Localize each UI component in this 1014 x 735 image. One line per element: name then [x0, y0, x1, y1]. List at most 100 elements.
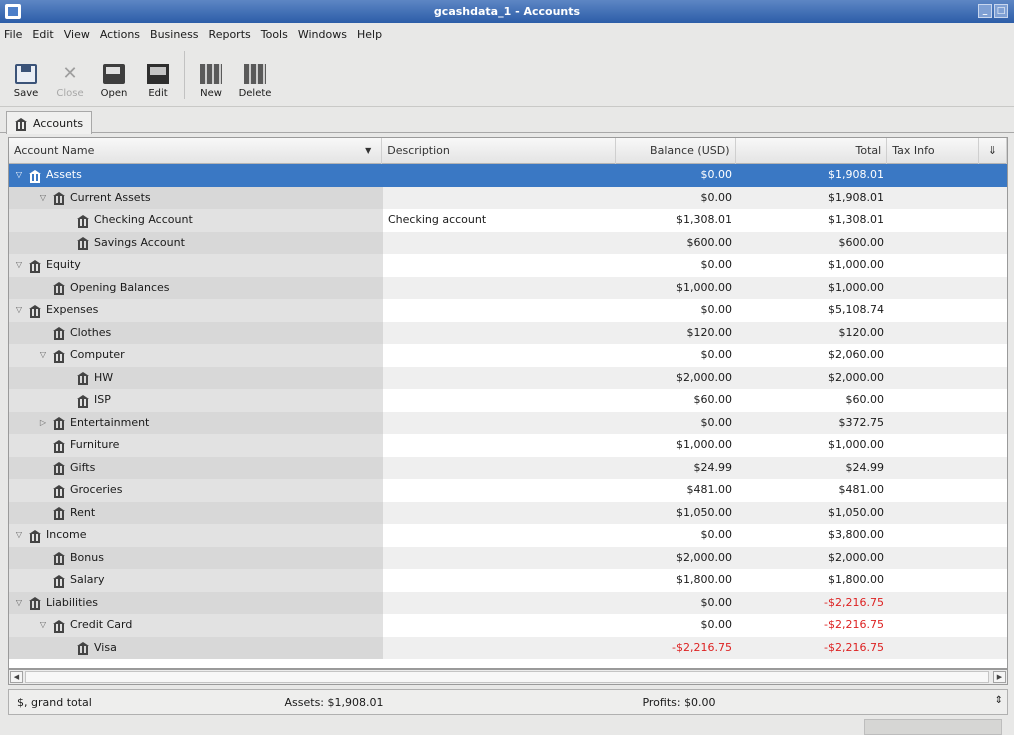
menu-actions[interactable]: Actions: [100, 28, 140, 41]
account-name-cell[interactable]: ▽ Computer: [9, 344, 383, 367]
menu-help[interactable]: Help: [357, 28, 382, 41]
menu-business[interactable]: Business: [150, 28, 199, 41]
selector-spin-icon[interactable]: ⇕: [995, 695, 1003, 706]
menu-windows[interactable]: Windows: [298, 28, 347, 41]
table-row[interactable]: Gifts $24.99 $24.99: [9, 456, 1007, 480]
minimize-icon[interactable]: _: [978, 4, 992, 18]
account-name-cell[interactable]: Furniture: [9, 434, 383, 457]
expander-closed-icon[interactable]: ▷: [38, 412, 48, 435]
account-name-cell[interactable]: ▽ Assets: [9, 164, 383, 187]
account-name-cell[interactable]: ▽ Credit Card: [9, 614, 383, 637]
account-description: [383, 299, 617, 322]
menu-tools[interactable]: Tools: [261, 28, 288, 41]
tab-accounts[interactable]: Accounts: [6, 111, 93, 134]
account-balance: $481.00: [686, 483, 733, 496]
table-row[interactable]: ▽ Liabilities $0.00 -$2,216.75: [9, 591, 1007, 615]
column-header-total[interactable]: Total: [736, 138, 888, 164]
currency-selector[interactable]: $, grand total: [9, 696, 169, 709]
table-row[interactable]: Savings Account $600.00 $600.00: [9, 231, 1007, 254]
account-tax-info: [889, 412, 981, 435]
scroll-left-icon[interactable]: ◀: [10, 671, 23, 683]
account-balance: $24.99: [693, 460, 733, 474]
expander-open-icon[interactable]: ▽: [14, 164, 24, 187]
account-name-cell[interactable]: HW: [9, 366, 383, 389]
maximize-icon[interactable]: □: [994, 4, 1008, 18]
scrollbar-thumb[interactable]: [25, 671, 989, 683]
account-total: $1,800.00: [828, 573, 884, 586]
account-name-cell[interactable]: Opening Balances: [9, 276, 383, 299]
delete-account-button[interactable]: Delete: [233, 45, 277, 105]
table-row[interactable]: Bonus $2,000.00 $2,000.00: [9, 546, 1007, 570]
account-name-cell[interactable]: Visa: [9, 636, 383, 659]
account-name-cell[interactable]: Clothes: [9, 321, 383, 344]
column-selector-button[interactable]: ⇓: [979, 138, 1007, 164]
table-row[interactable]: Rent $1,050.00 $1,050.00: [9, 501, 1007, 524]
account-name-cell[interactable]: ▽ Current Assets: [9, 186, 383, 210]
new-account-button[interactable]: New: [189, 45, 233, 105]
account-name-cell[interactable]: Salary: [9, 569, 383, 592]
column-header-balance[interactable]: Balance (USD): [616, 138, 736, 164]
menu-view[interactable]: View: [64, 28, 90, 41]
account-name-cell[interactable]: Rent: [9, 501, 383, 524]
account-tax-info: [889, 277, 981, 300]
app-icon[interactable]: [5, 4, 21, 19]
table-row[interactable]: ISP $60.00 $60.00: [9, 389, 1007, 412]
save-button[interactable]: Save: [4, 45, 48, 105]
expander-open-icon[interactable]: ▽: [38, 187, 48, 210]
expander-open-icon[interactable]: ▽: [14, 254, 24, 277]
table-row[interactable]: ▽ Credit Card $0.00 -$2,216.75: [9, 614, 1007, 637]
menu-edit[interactable]: Edit: [32, 28, 53, 41]
account-name-cell[interactable]: ▽ Expenses: [9, 299, 383, 322]
table-row[interactable]: Clothes $120.00 $120.00: [9, 321, 1007, 344]
account-balance: $0.00: [700, 595, 733, 609]
table-row[interactable]: Opening Balances $1,000.00 $1,000.00: [9, 276, 1007, 300]
table-row[interactable]: ▽ Expenses $0.00 $5,108.74: [9, 299, 1007, 322]
account-description: [383, 547, 617, 570]
edit-button[interactable]: Edit: [136, 45, 180, 105]
expander-open-icon[interactable]: ▽: [14, 524, 24, 547]
account-icon: [53, 192, 65, 206]
account-tax-info: [889, 209, 981, 232]
horizontal-scrollbar[interactable]: ◀ ▶: [8, 669, 1008, 685]
account-name-cell[interactable]: Savings Account: [9, 231, 383, 254]
account-balance: $0.00: [700, 190, 733, 204]
expander-open-icon[interactable]: ▽: [38, 614, 48, 637]
scroll-right-icon[interactable]: ▶: [993, 671, 1006, 683]
table-row[interactable]: ▽ Computer $0.00 $2,060.00: [9, 344, 1007, 367]
account-name-cell[interactable]: Checking Account: [9, 209, 383, 232]
open-button[interactable]: Open: [92, 45, 136, 105]
account-name-cell[interactable]: Groceries: [9, 479, 383, 502]
account-name: Checking Account: [94, 213, 193, 226]
menu-reports[interactable]: Reports: [209, 28, 251, 41]
table-row[interactable]: HW $2,000.00 $2,000.00: [9, 366, 1007, 389]
table-row[interactable]: ▽ Current Assets $0.00 $1,908.01: [9, 186, 1007, 210]
table-row[interactable]: Furniture $1,000.00 $1,000.00: [9, 434, 1007, 457]
column-header-description[interactable]: Description: [382, 138, 616, 164]
account-icon: [53, 552, 65, 566]
account-icon: [53, 507, 65, 521]
table-row[interactable]: ▽ Equity $0.00 $1,000.00: [9, 254, 1007, 277]
table-row[interactable]: Visa -$2,216.75 -$2,216.75: [9, 636, 1007, 659]
account-name-cell[interactable]: ▽ Liabilities: [9, 591, 383, 615]
expander-open-icon[interactable]: ▽: [14, 592, 24, 615]
account-name-cell[interactable]: ▽ Equity: [9, 254, 383, 277]
account-tax-info: [889, 457, 981, 480]
expander-open-icon[interactable]: ▽: [14, 299, 24, 322]
account-name: Bonus: [70, 550, 104, 564]
close-button[interactable]: ✕ Close: [48, 45, 92, 105]
account-name-cell[interactable]: ▷ Entertainment: [9, 411, 383, 435]
table-row[interactable]: Salary $1,800.00 $1,800.00: [9, 569, 1007, 592]
table-row[interactable]: Checking Account Checking account $1,308.0…: [9, 209, 1007, 232]
table-row[interactable]: ▽ Income $0.00 $3,800.00: [9, 524, 1007, 547]
account-name-cell[interactable]: ISP: [9, 389, 383, 412]
column-header-account-name[interactable]: Account Name ▼: [9, 138, 383, 164]
menu-file[interactable]: File: [4, 28, 22, 41]
table-row[interactable]: ▽ Assets $0.00 $1,908.01: [9, 164, 1007, 187]
column-header-tax-info[interactable]: Tax Info: [887, 138, 980, 164]
table-row[interactable]: ▷ Entertainment $0.00 $372.75: [9, 411, 1007, 435]
table-row[interactable]: Groceries $481.00 $481.00: [9, 479, 1007, 502]
expander-open-icon[interactable]: ▽: [38, 344, 48, 367]
account-name-cell[interactable]: ▽ Income: [9, 524, 383, 547]
account-name-cell[interactable]: Gifts: [9, 456, 383, 479]
account-name-cell[interactable]: Bonus: [9, 546, 383, 569]
